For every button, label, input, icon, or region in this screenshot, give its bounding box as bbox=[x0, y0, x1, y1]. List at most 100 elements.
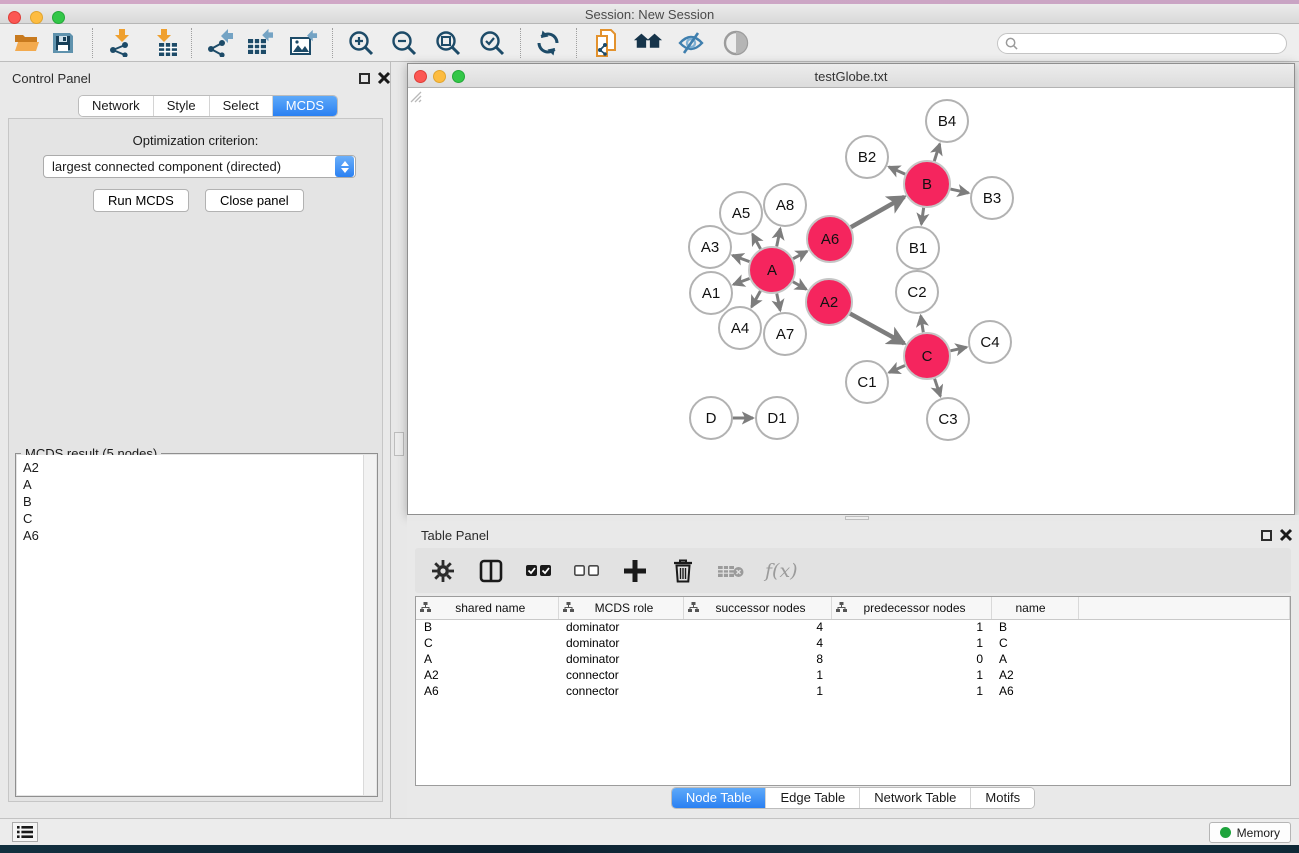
graph-node-A3[interactable]: A3 bbox=[689, 226, 731, 268]
mcds-result-list[interactable]: A2 A B C A6 bbox=[17, 455, 376, 795]
network-window-titlebar[interactable]: testGlobe.txt bbox=[408, 64, 1294, 88]
graph-node-A7[interactable]: A7 bbox=[764, 313, 806, 355]
graph-node-B1[interactable]: B1 bbox=[897, 227, 939, 269]
graph-node-B2[interactable]: B2 bbox=[846, 136, 888, 178]
graph-edge-C-C3[interactable] bbox=[935, 379, 941, 396]
column-header-shared-name[interactable]: shared name bbox=[416, 597, 558, 619]
graph-edge-B-B1[interactable] bbox=[921, 208, 923, 224]
splitter-handle[interactable] bbox=[394, 432, 404, 456]
memory-button[interactable]: Memory bbox=[1209, 822, 1291, 843]
node-table[interactable]: shared name MCDS role successor nodes pr… bbox=[415, 596, 1291, 786]
search-field[interactable] bbox=[997, 33, 1287, 54]
graph-node-A6[interactable]: A6 bbox=[807, 216, 853, 262]
graph-node-D1[interactable]: D1 bbox=[756, 397, 798, 439]
tab-motifs[interactable]: Motifs bbox=[971, 788, 1034, 808]
graph-node-C4[interactable]: C4 bbox=[969, 321, 1011, 363]
graph-edge-A2-C[interactable] bbox=[850, 314, 904, 344]
graph-node-A2[interactable]: A2 bbox=[806, 279, 852, 325]
graph-node-A8[interactable]: A8 bbox=[764, 184, 806, 226]
graph-node-D[interactable]: D bbox=[690, 397, 732, 439]
mcds-result-item[interactable]: A2 bbox=[17, 459, 362, 476]
graph-node-A[interactable]: A bbox=[749, 247, 795, 293]
column-header-successor-nodes[interactable]: successor nodes bbox=[683, 597, 831, 619]
column-header-predecessor-nodes[interactable]: predecessor nodes bbox=[831, 597, 991, 619]
mcds-result-item[interactable]: C bbox=[17, 510, 362, 527]
graph-node-C3[interactable]: C3 bbox=[927, 398, 969, 440]
table-row[interactable]: Adominator80A bbox=[416, 651, 1290, 667]
home-networks-icon[interactable] bbox=[633, 29, 663, 57]
graph-edge-A-A2[interactable] bbox=[793, 282, 806, 290]
delete-column-trash-icon[interactable] bbox=[669, 557, 697, 585]
tab-network-table[interactable]: Network Table bbox=[860, 788, 971, 808]
delete-table-icon[interactable] bbox=[717, 557, 745, 585]
graph-node-A5[interactable]: A5 bbox=[720, 192, 762, 234]
float-panel-icon[interactable] bbox=[1261, 530, 1272, 541]
graph-node-B[interactable]: B bbox=[904, 161, 950, 207]
scrollbar-track[interactable] bbox=[363, 455, 376, 795]
graph-edge-C-C1[interactable] bbox=[889, 366, 905, 373]
graph-edge-C-C4[interactable] bbox=[950, 347, 966, 351]
table-row[interactable]: Cdominator41C bbox=[416, 635, 1290, 651]
import-table-icon[interactable] bbox=[152, 29, 182, 57]
table-row[interactable]: Bdominator41B bbox=[416, 619, 1290, 635]
close-panel-button[interactable]: Close panel bbox=[205, 189, 304, 212]
graph-node-C1[interactable]: C1 bbox=[846, 361, 888, 403]
criterion-dropdown[interactable]: largest connected component (directed) bbox=[43, 155, 356, 178]
graph-edge-A-A3[interactable] bbox=[733, 255, 750, 261]
app-titlebar[interactable]: Session: New Session bbox=[0, 4, 1299, 24]
refresh-layout-icon[interactable] bbox=[533, 29, 563, 57]
graph-edge-A-A1[interactable] bbox=[733, 278, 749, 284]
graph-edge-A-A5[interactable] bbox=[752, 234, 760, 249]
close-panel-icon[interactable] bbox=[1279, 528, 1293, 542]
network-canvas[interactable]: B4 B2 B B3 A8A5 A6 A3 B1 A A1 C2 A2 A4A7 C4 C C1 C3 D D1 bbox=[408, 89, 1294, 514]
tab-select[interactable]: Select bbox=[210, 96, 273, 116]
graph-edge-A-A6[interactable] bbox=[793, 251, 807, 258]
show-graphics-details-icon[interactable] bbox=[721, 29, 751, 57]
tab-style[interactable]: Style bbox=[154, 96, 210, 116]
zoom-in-icon[interactable] bbox=[346, 29, 376, 57]
graph-node-C2[interactable]: C2 bbox=[896, 271, 938, 313]
graph-edge-B-B4[interactable] bbox=[934, 144, 939, 161]
import-network-icon[interactable] bbox=[106, 29, 136, 57]
zoom-out-icon[interactable] bbox=[389, 29, 419, 57]
search-input[interactable] bbox=[1018, 36, 1286, 52]
graph-node-C[interactable]: C bbox=[904, 333, 950, 379]
column-header-mcds-role[interactable]: MCDS role bbox=[558, 597, 683, 619]
graph-node-B3[interactable]: B3 bbox=[971, 177, 1013, 219]
graph-edge-B-B2[interactable] bbox=[889, 167, 905, 174]
export-image-icon[interactable] bbox=[289, 29, 319, 57]
zoom-selected-icon[interactable] bbox=[477, 29, 507, 57]
window-resize-grip[interactable] bbox=[408, 89, 422, 103]
network-graph[interactable]: B4 B2 B B3 A8A5 A6 A3 B1 A A1 C2 A2 A4A7 C4 C C1 C3 D D1 bbox=[408, 89, 1294, 514]
function-builder-icon[interactable]: f(x) bbox=[765, 560, 798, 582]
deselect-all-checkboxes-icon[interactable] bbox=[573, 557, 601, 585]
save-icon[interactable] bbox=[48, 29, 78, 57]
vertical-splitter[interactable] bbox=[392, 62, 407, 818]
graph-node-A1[interactable]: A1 bbox=[690, 272, 732, 314]
tab-mcds[interactable]: MCDS bbox=[273, 96, 337, 116]
graph-edge-C-C2[interactable] bbox=[921, 316, 924, 333]
column-header-name[interactable]: name bbox=[991, 597, 1078, 619]
table-row[interactable]: A2connector11A2 bbox=[416, 667, 1290, 683]
export-network-icon[interactable] bbox=[204, 29, 234, 57]
settings-gear-icon[interactable] bbox=[429, 557, 457, 585]
graph-edge-A6-B[interactable] bbox=[851, 197, 905, 227]
graph-edge-B-B3[interactable] bbox=[950, 189, 968, 193]
graph-edge-A-A8[interactable] bbox=[777, 229, 781, 247]
graph-edge-A-A7[interactable] bbox=[777, 294, 780, 311]
float-panel-icon[interactable] bbox=[359, 73, 370, 84]
hide-graphics-details-icon[interactable] bbox=[676, 29, 706, 57]
open-file-icon[interactable] bbox=[12, 29, 42, 57]
select-all-checkboxes-icon[interactable] bbox=[525, 557, 553, 585]
mcds-result-item[interactable]: A bbox=[17, 476, 362, 493]
mcds-result-item[interactable]: B bbox=[17, 493, 362, 510]
tab-edge-table[interactable]: Edge Table bbox=[766, 788, 860, 808]
graph-node-A4[interactable]: A4 bbox=[719, 307, 761, 349]
clone-network-icon[interactable] bbox=[592, 29, 622, 57]
show-columns-icon[interactable] bbox=[477, 557, 505, 585]
close-panel-icon[interactable] bbox=[377, 71, 391, 85]
table-row[interactable]: A6connector11A6 bbox=[416, 683, 1290, 699]
tab-network[interactable]: Network bbox=[79, 96, 154, 116]
mcds-result-item[interactable]: A6 bbox=[17, 527, 362, 544]
graph-node-B4[interactable]: B4 bbox=[926, 100, 968, 142]
